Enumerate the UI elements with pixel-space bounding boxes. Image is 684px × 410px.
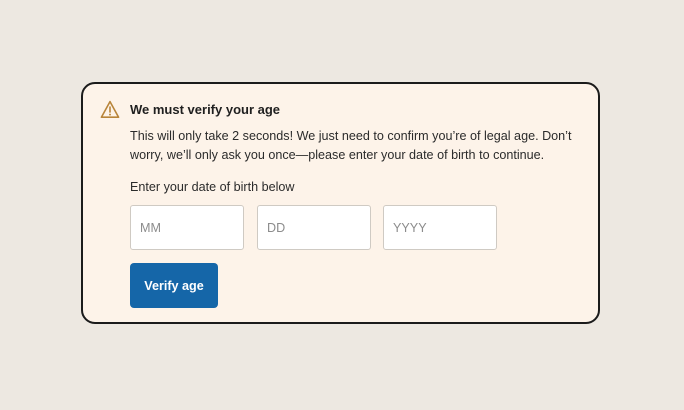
dialog-title: We must verify your age: [130, 102, 281, 117]
birth-year-input[interactable]: [383, 205, 497, 250]
warning-triangle-icon: [100, 100, 120, 119]
birth-day-input[interactable]: [257, 205, 371, 250]
dialog-description: This will only take 2 seconds! We just n…: [130, 129, 572, 162]
birth-month-input[interactable]: [130, 205, 244, 250]
verify-age-button[interactable]: Verify age: [130, 263, 218, 308]
date-of-birth-prompt: Enter your date of birth below: [130, 180, 295, 194]
age-verification-card: We must verify your age This will only t…: [81, 82, 600, 324]
